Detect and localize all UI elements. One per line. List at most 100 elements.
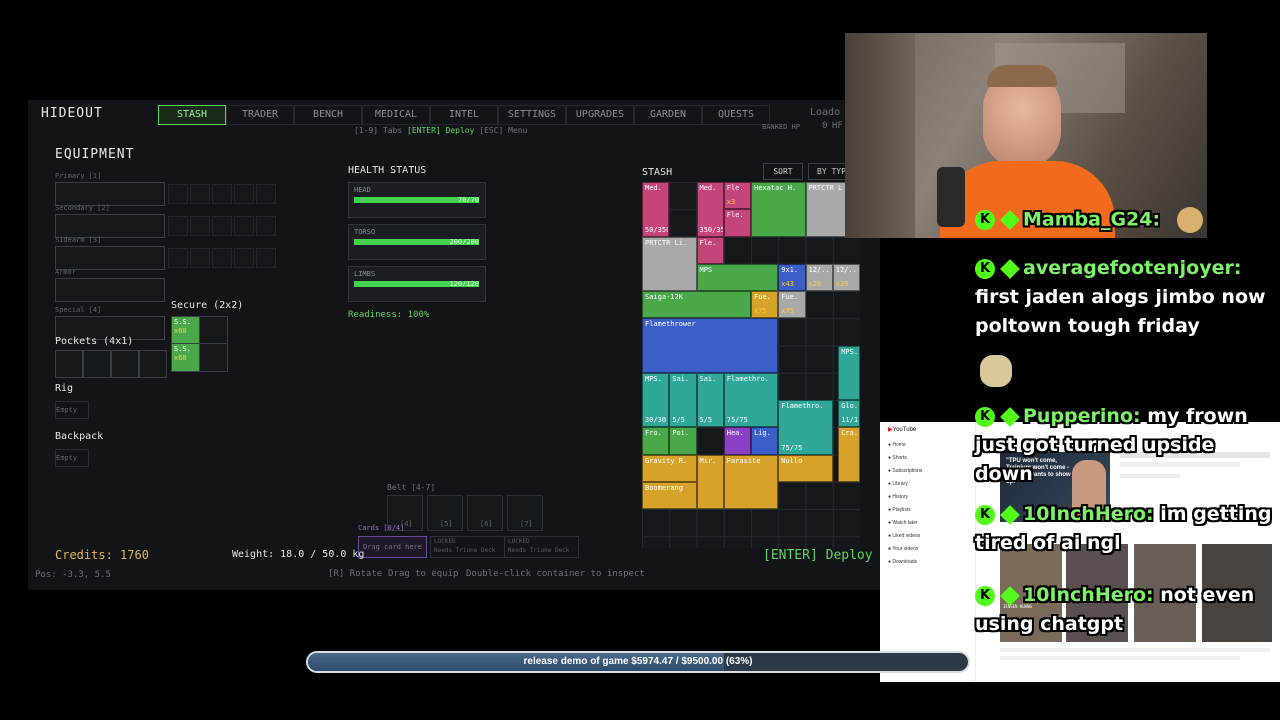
tab-garden[interactable]: GARDEN — [634, 105, 702, 125]
stash-item-name: 9x1. — [781, 265, 799, 274]
stash-item-count: x20 — [835, 280, 849, 288]
stash-item[interactable]: Flamethro. 75/75 — [778, 400, 833, 455]
stash-item[interactable]: 12/.. x20 — [832, 263, 860, 291]
attachment-slot[interactable] — [212, 216, 232, 236]
stash-item-count: x75 — [754, 307, 767, 316]
stash-item-count: 350/350 — [699, 225, 723, 234]
stash-item[interactable]: Gravity R. — [642, 454, 697, 482]
stash-item[interactable]: 9x1. x43 — [778, 263, 806, 291]
secure-item-label: S.S. x60 — [174, 318, 191, 335]
backpack-slot[interactable]: Empty — [55, 449, 89, 467]
health-head: HEAD 70/70 — [348, 182, 486, 218]
attachment-slot[interactable] — [190, 216, 210, 236]
armor-slot[interactable] — [55, 278, 165, 302]
stash-item[interactable]: Lig. — [751, 427, 779, 455]
attachment-slot[interactable] — [256, 216, 276, 236]
secure-slot[interactable] — [199, 316, 228, 345]
stash-item[interactable]: Med. 350/350 — [696, 182, 724, 237]
attachment-slot[interactable] — [168, 184, 188, 204]
secure-item[interactable]: S.S. x60 — [171, 343, 200, 372]
stash-item[interactable]: Hexatac H. — [751, 182, 806, 237]
belt-slot[interactable]: [5] — [427, 495, 463, 531]
stash-item[interactable]: MPS. 30/30 — [642, 372, 670, 428]
tab-bench[interactable]: BENCH — [294, 105, 362, 125]
youtube-logo[interactable]: ▶YouTube — [888, 426, 916, 433]
tab-stash[interactable]: STASH — [158, 105, 226, 125]
stash-item[interactable]: Glo. 11/11 — [838, 400, 860, 428]
youtube-nav-item[interactable]: ● Library — [888, 481, 908, 487]
stash-item[interactable]: Fle. — [723, 209, 751, 237]
stash-item[interactable]: Cra. — [838, 427, 860, 482]
stash-item[interactable]: Sai. 5/5 — [696, 372, 724, 428]
belt-slot[interactable]: [6] — [467, 495, 503, 531]
hideout-title: HIDEOUT — [41, 106, 103, 121]
youtube-nav-item[interactable]: ● History — [888, 494, 908, 500]
attachment-slot[interactable] — [212, 248, 232, 268]
attachment-slot[interactable] — [190, 248, 210, 268]
attachment-slot[interactable] — [256, 248, 276, 268]
stash-item[interactable]: Flamethrower — [642, 318, 779, 373]
pocket-slot[interactable] — [55, 350, 83, 378]
attachment-slot[interactable] — [256, 184, 276, 204]
stash-item[interactable]: Nullo — [778, 454, 833, 482]
tab-upgrades[interactable]: UPGRADES — [566, 105, 634, 125]
stash-item[interactable]: Saiga-12K — [642, 291, 751, 319]
stash-item[interactable]: PRTCTR L — [805, 182, 850, 237]
stash-item[interactable]: PRTCTR Li. — [642, 236, 697, 291]
stash-item[interactable]: 12/.. x20 — [805, 263, 833, 291]
pocket-slot[interactable] — [139, 350, 167, 378]
youtube-nav-item[interactable]: ● Subscriptions — [888, 468, 922, 474]
youtube-nav-item[interactable]: ● Liked videos — [888, 533, 920, 539]
stash-item[interactable]: Fle. — [696, 236, 724, 264]
stash-item[interactable]: Sai. 5/5 — [669, 372, 697, 428]
stash-item[interactable]: Mir. — [696, 454, 724, 509]
head-label: HEAD — [354, 186, 371, 194]
secondary-slot[interactable] — [55, 214, 165, 238]
tab-intel[interactable]: INTEL — [430, 105, 498, 125]
stash-item[interactable]: Parasite — [723, 454, 779, 509]
attachment-slot[interactable] — [234, 184, 254, 204]
primary-slot[interactable] — [55, 182, 165, 206]
tab-settings[interactable]: SETTINGS — [498, 105, 566, 125]
stash-item[interactable]: Med. 50/350 — [642, 182, 670, 237]
sort-button[interactable]: SORT — [763, 163, 803, 180]
secure-slot[interactable] — [199, 343, 228, 372]
pocket-slot[interactable] — [83, 350, 111, 378]
loadout-tab[interactable]: Loado — [810, 107, 840, 118]
attachment-slot[interactable] — [168, 248, 188, 268]
tab-medical[interactable]: MEDICAL — [362, 105, 430, 125]
belt-slot[interactable]: [7] — [507, 495, 543, 531]
stash-item[interactable]: Fue. x75 — [778, 291, 806, 319]
card-drop-slot[interactable]: Drag card here — [358, 536, 427, 558]
youtube-nav-item[interactable]: ● Playlists — [888, 507, 911, 513]
attachment-slot[interactable] — [168, 216, 188, 236]
stash-item[interactable]: Fue. x75 — [751, 291, 779, 319]
youtube-nav-item[interactable]: ● Downloads — [888, 559, 917, 565]
tab-trader[interactable]: TRADER — [226, 105, 294, 125]
stash-item[interactable]: Poi. — [669, 427, 697, 455]
cards-label: Cards [0/4] — [358, 524, 405, 532]
deploy-button[interactable]: [ENTER] Deploy — [763, 548, 873, 563]
stash-item[interactable]: MPS. — [838, 345, 860, 400]
sidearm-slot[interactable] — [55, 246, 165, 270]
youtube-nav-item[interactable]: ● Your videos — [888, 546, 918, 552]
tab-quests[interactable]: QUESTS — [702, 105, 770, 125]
youtube-nav-item[interactable]: ● Home — [888, 442, 906, 448]
attachment-slot[interactable] — [190, 184, 210, 204]
stash-item[interactable]: Hea. — [723, 427, 751, 455]
gem-badge-icon — [1000, 406, 1020, 427]
stash-item[interactable]: Flamethro. 75/75 — [723, 372, 779, 428]
youtube-nav-item[interactable]: ● Watch later — [888, 520, 918, 526]
youtube-nav-item[interactable]: ● Shorts — [888, 455, 907, 461]
rig-slot[interactable]: Empty — [55, 401, 89, 419]
attachment-slot[interactable] — [234, 248, 254, 268]
gem-badge-icon — [1000, 210, 1020, 230]
attachment-slot[interactable] — [212, 184, 232, 204]
stash-item[interactable]: MPS — [696, 263, 779, 291]
attachment-slot[interactable] — [234, 216, 254, 236]
pocket-slot[interactable] — [111, 350, 139, 378]
stash-item[interactable]: Fle. x3 — [723, 182, 751, 210]
secure-item[interactable]: S.S. x60 — [171, 316, 200, 345]
stash-item[interactable]: Boomerang — [642, 481, 697, 509]
stash-item[interactable]: Fro. — [642, 427, 670, 455]
